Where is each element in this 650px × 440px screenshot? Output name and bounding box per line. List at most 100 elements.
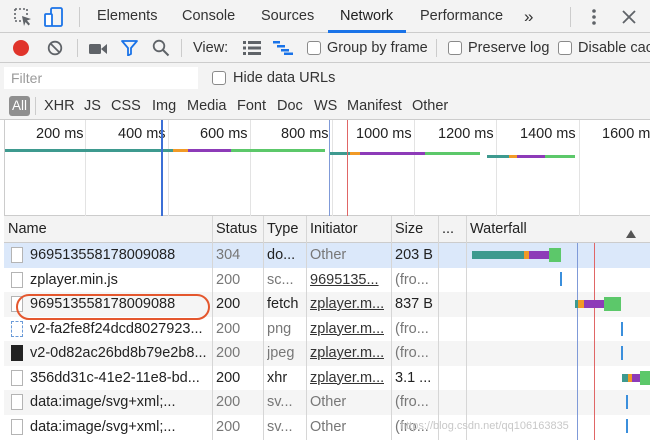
waterfall-header-label: Waterfall [470, 221, 527, 237]
type-filter-img[interactable]: Img [152, 98, 176, 114]
request-initiator: Other [310, 247, 347, 263]
type-filter-xhr[interactable]: XHR [44, 98, 75, 114]
type-filter-manifest[interactable]: Manifest [347, 98, 402, 114]
column-header-initiator[interactable]: Initiator [306, 216, 391, 243]
document-icon [11, 247, 23, 263]
column-header-more[interactable]: ... [438, 216, 466, 243]
type-filter-other[interactable]: Other [412, 98, 448, 114]
document-icon [11, 369, 23, 386]
type-filter-all[interactable]: All [9, 96, 30, 116]
request-size: (fro... [395, 345, 429, 361]
request-initiator-link[interactable]: zplayer.m... [310, 366, 384, 391]
inspect-element-icon[interactable] [13, 7, 33, 27]
disable-cache-label[interactable]: Disable cac [578, 39, 650, 57]
kebab-menu-icon[interactable] [590, 8, 598, 26]
waterfall-bar [621, 346, 623, 360]
waterfall-bar [604, 297, 621, 311]
request-type: sv... [267, 394, 293, 410]
request-status: 200 [216, 296, 241, 312]
type-filter-font[interactable]: Font [237, 98, 266, 114]
timeline-tick-label: 1200 ms [438, 126, 494, 142]
resource-type-filter-bar: All XHR JS CSS Img Media Font Doc WS Man… [0, 92, 650, 120]
request-name[interactable]: v2-0d82ac26bd8b79e2b8... [30, 341, 210, 366]
request-type: png [267, 320, 292, 337]
watermark-text: https://blog.csdn.net/qq106163835 [400, 420, 569, 432]
load-event-marker [347, 120, 348, 216]
filter-icon[interactable] [121, 40, 138, 57]
annotation-highlight-oval [16, 294, 210, 320]
filter-bar: Hide data URLs [0, 63, 650, 92]
filter-input[interactable] [4, 67, 198, 89]
request-name[interactable]: data:image/svg+xml;... [30, 415, 210, 440]
hide-data-urls-checkbox[interactable] [212, 71, 226, 85]
column-header-status[interactable]: Status [212, 216, 263, 243]
request-initiator-link[interactable]: 9695135... [310, 268, 379, 293]
request-type: fetch [267, 296, 299, 312]
overview-request-bar [517, 155, 545, 158]
tab-elements[interactable]: Elements [97, 0, 157, 33]
type-filter-doc[interactable]: Doc [277, 98, 303, 114]
request-name[interactable]: 969513558178009088 [30, 243, 210, 268]
timeline-tick-label: 1400 ms [520, 126, 576, 142]
timeline-overview[interactable]: 200 ms 400 ms 600 ms 800 ms 1000 ms 1200… [4, 120, 650, 216]
disable-cache-checkbox[interactable] [558, 41, 572, 55]
request-status: 200 [216, 369, 241, 386]
network-toolbar: View: Group by frame Preserve log Disabl… [0, 33, 650, 63]
request-type: sv... [267, 418, 293, 435]
request-status: 200 [216, 394, 241, 410]
preserve-log-label[interactable]: Preserve log [468, 39, 549, 57]
preserve-log-checkbox[interactable] [448, 41, 462, 55]
search-icon[interactable] [152, 39, 170, 57]
waterfall-bar [584, 300, 604, 308]
type-filter-media[interactable]: Media [187, 98, 227, 114]
waterfall-bar [632, 374, 640, 382]
request-status: 200 [216, 271, 241, 288]
group-by-frame-checkbox[interactable] [307, 41, 321, 55]
request-name[interactable]: zplayer.min.js [30, 268, 210, 293]
waterfall-bar [560, 272, 562, 286]
request-size: (fro... [395, 394, 429, 410]
request-name[interactable]: 356dd31c-41e2-11e8-bd... [30, 366, 210, 391]
request-name[interactable]: v2-fa2fe8f24dcd8027923... [30, 317, 210, 342]
capture-screenshots-icon[interactable] [89, 42, 107, 54]
tab-performance[interactable]: Performance [420, 0, 503, 33]
request-initiator-link[interactable]: zplayer.m... [310, 292, 384, 317]
view-label: View: [193, 40, 229, 56]
tab-console[interactable]: Console [182, 0, 235, 33]
waterfall-view-icon[interactable] [273, 41, 293, 55]
device-toolbar-icon[interactable] [43, 6, 65, 28]
tab-sources[interactable]: Sources [261, 0, 314, 33]
overview-request-bar [173, 149, 188, 152]
request-status: 200 [216, 418, 241, 435]
column-header-waterfall[interactable]: Waterfall [466, 216, 650, 243]
record-icon[interactable] [13, 40, 29, 56]
hide-data-urls-label[interactable]: Hide data URLs [233, 69, 335, 87]
column-header-size[interactable]: Size [391, 216, 438, 243]
sort-ascending-icon[interactable] [626, 225, 636, 238]
overview-request-bar [350, 152, 360, 155]
request-status: 200 [216, 345, 241, 361]
waterfall-bar [626, 395, 628, 409]
waterfall-bar [621, 322, 623, 336]
request-initiator-link[interactable]: zplayer.m... [310, 317, 384, 342]
request-name[interactable]: data:image/svg+xml;... [30, 390, 210, 415]
close-icon[interactable] [621, 9, 637, 25]
request-size: (fro... [395, 271, 429, 288]
timeline-tick-label: 1600 m [602, 126, 650, 142]
waterfall-bar [529, 251, 549, 259]
group-by-frame-label[interactable]: Group by frame [327, 39, 428, 57]
type-filter-css[interactable]: CSS [111, 98, 141, 114]
column-header-name[interactable]: Name [4, 216, 212, 243]
type-filter-ws[interactable]: WS [314, 98, 337, 114]
column-header-type[interactable]: Type [263, 216, 306, 243]
type-filter-js[interactable]: JS [84, 98, 101, 114]
image-thumbnail-icon [11, 345, 23, 361]
clear-icon[interactable] [47, 40, 63, 56]
more-tabs-button[interactable]: » [524, 0, 533, 33]
request-size: 203 B [395, 247, 433, 263]
overview-request-bar [5, 149, 173, 152]
request-initiator-link[interactable]: zplayer.m... [310, 341, 384, 366]
waterfall-bar [626, 419, 628, 433]
large-rows-icon[interactable] [243, 41, 261, 55]
tab-network[interactable]: Network [340, 0, 393, 33]
